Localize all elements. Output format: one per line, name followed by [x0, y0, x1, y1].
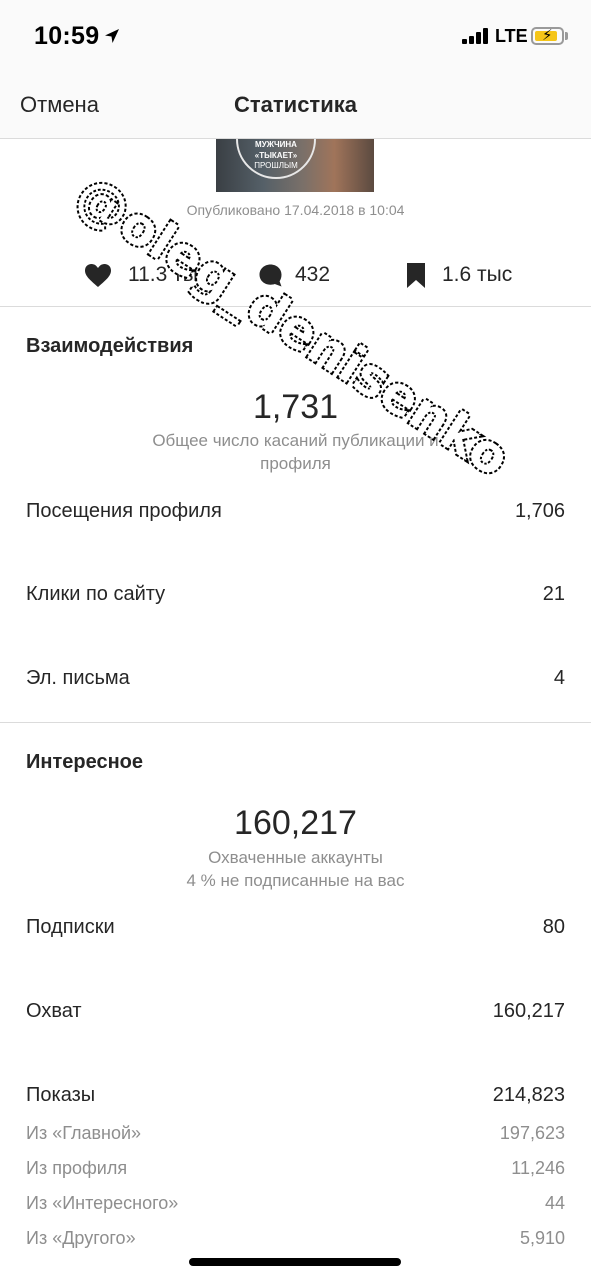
insights-screen: 10:59 LTE ⚡ Отмена Статистика МУЖЧИНА «Т… [0, 0, 591, 1280]
interactions-section-title: Взаимодействия [26, 335, 194, 357]
row-value: 4 [553, 667, 565, 689]
heart-icon [85, 263, 111, 287]
row-value: 160,217 [492, 1000, 565, 1022]
row-label: Из «Другого» [26, 1228, 136, 1248]
row-label: Из профиля [26, 1158, 128, 1178]
row-value: 214,823 [492, 1084, 565, 1106]
thumbnail-text-line: «ТЫКАЕТ» [254, 151, 298, 160]
interactions-total: 1,731 [252, 388, 339, 426]
reach-total: 160,217 [234, 804, 357, 842]
row-label: Подписки [26, 916, 115, 938]
home-indicator [189, 1258, 401, 1266]
discovery-section-title: Интересное [26, 751, 143, 773]
impressions-source-row: Из «Интересного» 44 [26, 1193, 565, 1223]
row-value: 1,706 [514, 500, 565, 522]
follows-row: Подписки 80 [26, 916, 565, 946]
nav-bar: Отмена Статистика [0, 70, 591, 139]
impressions-source-row: Из «Главной» 197,623 [26, 1123, 565, 1153]
likes-stat: 11.3 тыс [84, 258, 208, 292]
thumbnail-text-line: ПРОШЛЫМ [254, 161, 298, 170]
row-label: Из «Интересного» [26, 1193, 179, 1213]
location-arrow-icon [105, 29, 119, 43]
interactions-caption: Общее число касаний публикации и [152, 431, 439, 450]
impressions-row: Показы 214,823 [26, 1084, 565, 1114]
profile-visits-row: Посещения профиля 1,706 [26, 500, 565, 530]
row-value: 5,910 [519, 1228, 565, 1248]
saves-count: 1.6 тыс [442, 263, 513, 286]
row-value: 44 [544, 1193, 565, 1213]
comment-bubble-icon [259, 264, 282, 286]
post-thumbnail[interactable]: МУЖЧИНА «ТЫКАЕТ» ПРОШЛЫМ [216, 139, 374, 192]
row-label: Из «Главной» [26, 1123, 142, 1143]
website-clicks-row: Клики по сайту 21 [26, 583, 565, 613]
row-value: 11,246 [511, 1158, 565, 1178]
row-label: Показы [26, 1084, 96, 1106]
row-value: 80 [542, 916, 565, 938]
bookmark-icon [407, 262, 425, 288]
published-date: Опубликовано 17.04.2018 в 10:04 [186, 202, 405, 218]
likes-count: 11.3 тыс [128, 263, 209, 286]
divider [0, 306, 591, 307]
row-label: Клики по сайту [26, 583, 166, 605]
reach-row: Охват 160,217 [26, 1000, 565, 1030]
impressions-source-row: Из «Другого» 5,910 [26, 1228, 565, 1258]
row-label: Охват [26, 1000, 82, 1022]
cancel-button[interactable]: Отмена [20, 92, 99, 118]
interactions-caption: профиля [260, 454, 331, 473]
comments-stat: 432 [258, 258, 330, 292]
thumbnail-text-line: МУЖЧИНА [255, 140, 297, 149]
network-label: LTE [495, 26, 528, 46]
row-label: Эл. письма [26, 667, 130, 689]
battery-cap [565, 32, 568, 40]
emails-row: Эл. письма 4 [26, 667, 565, 697]
battery-charging-icon: ⚡ [531, 27, 564, 45]
comments-count: 432 [295, 263, 331, 286]
divider [0, 722, 591, 723]
status-time: 10:59 [34, 22, 100, 50]
impressions-source-row: Из профиля 11,246 [26, 1158, 565, 1188]
row-value: 21 [542, 583, 565, 605]
signal-bars-icon [462, 28, 490, 44]
saves-stat: 1.6 тыс [406, 258, 512, 292]
reach-caption: Охваченные аккаунты [208, 848, 383, 867]
non-followers-caption: 4 % не подписанные на вас [186, 871, 405, 890]
row-value: 197,623 [499, 1123, 565, 1143]
status-bar: 10:59 LTE ⚡ [0, 0, 591, 70]
row-label: Посещения профиля [26, 500, 222, 522]
